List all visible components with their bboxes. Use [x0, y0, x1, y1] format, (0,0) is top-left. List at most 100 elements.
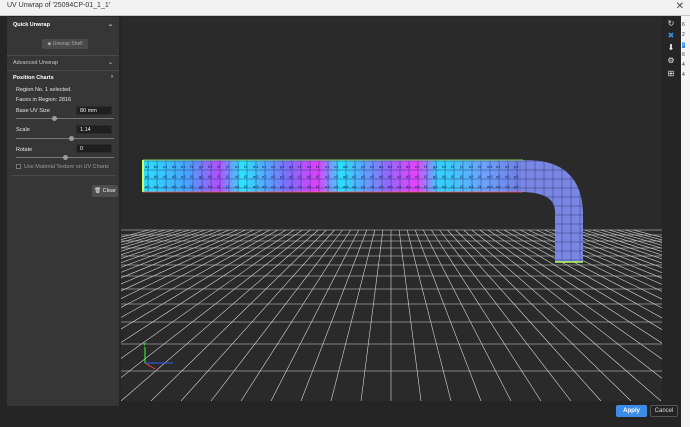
scale-slider-handle[interactable]	[69, 136, 74, 141]
trash-icon: 🗑	[94, 188, 102, 194]
chevron-down-icon: ⌄	[107, 60, 113, 66]
floor-grid-line	[121, 229, 262, 299]
svg-text:Y: Y	[143, 342, 147, 348]
download-icon[interactable]: ⬇	[666, 43, 676, 53]
quick-unwrap-header[interactable]: Quick Unwrap ⌄	[7, 19, 119, 31]
uv-tile-label: e3	[181, 184, 186, 189]
floor-grid-line	[330, 229, 376, 401]
floor-grid-line	[121, 229, 295, 343]
floor-grid-line	[121, 229, 190, 252]
faces-in-region-text: Faces in Region: 2816	[16, 97, 72, 103]
divider	[11, 175, 115, 176]
uv-tile-label: p3	[514, 184, 519, 189]
side-panel: Quick Unwrap ⌄ ◆ Unwrap Shell Advanced U…	[7, 17, 119, 406]
uv-tile-label: h3	[208, 184, 213, 189]
uv-tile-label: p2	[514, 174, 519, 179]
base-uv-size-input[interactable]: 80 mm	[76, 106, 112, 115]
uv-tile-label: b1	[388, 164, 393, 169]
rotate-slider-handle[interactable]	[63, 155, 68, 160]
apply-button[interactable]: Apply	[616, 405, 647, 417]
uv-tile-label: q1	[289, 164, 294, 169]
uv-tile-label: g1	[199, 164, 204, 169]
background-text: 4	[682, 72, 685, 78]
quick-unwrap-title: Quick Unwrap	[13, 22, 50, 28]
uv-tile-label: h2	[442, 174, 447, 179]
axis-gizmo: Y	[143, 342, 173, 370]
floor-grid-line	[406, 229, 452, 401]
divider	[7, 55, 119, 56]
cancel-button[interactable]: Cancel	[650, 405, 678, 417]
uv-tile-label: w1	[343, 164, 349, 169]
clear-button[interactable]: 🗑 Clear	[92, 185, 118, 197]
divider	[7, 70, 119, 71]
uv-tile-label: n1	[262, 164, 267, 169]
grid-toggle-icon[interactable]: ⊞	[666, 69, 676, 79]
uv-tile-label: o2	[505, 174, 510, 179]
uv-tile-label: d1	[172, 164, 177, 169]
window-titlebar: UV Unwrap of '25094CP-01_1_1' ✕	[0, 0, 690, 16]
uv-mesh-pipe[interactable]: a1a2a3b1b2b3c1c2c3d1d2d3e1e2e3f1f2f3g1g2…	[142, 159, 583, 263]
uv-tile-label: p1	[280, 164, 285, 169]
unwrap-shell-button[interactable]: ◆ Unwrap Shell	[42, 39, 88, 49]
uv-tile-label: b3	[388, 184, 393, 189]
uv-tile-label: p2	[280, 174, 285, 179]
floor-grid-line	[150, 229, 327, 401]
uv-tile-label: g1	[433, 164, 438, 169]
floor-grid-line	[121, 229, 157, 240]
uv-tile-label: w3	[343, 184, 349, 189]
position-charts-title: Position Charts	[13, 75, 54, 81]
use-material-texture-checkbox[interactable]	[16, 164, 21, 169]
uv-tile-label: h1	[442, 164, 447, 169]
base-uv-size-slider[interactable]	[16, 118, 114, 119]
uv-tile-label: n3	[262, 184, 267, 189]
viewport-toolbar: ↻ ✖ ⬇ ⚙ ⊞	[664, 17, 678, 87]
uv-tile-label: u3	[325, 184, 330, 189]
background-text: 7	[682, 42, 685, 48]
uv-tile-label: h1	[208, 164, 213, 169]
uv-tile-label: g2	[199, 174, 204, 179]
floor-grid-line	[360, 229, 384, 401]
settings-icon[interactable]: ⚙	[666, 56, 676, 66]
floor-grid-line	[121, 229, 222, 268]
window-title: UV Unwrap of '25094CP-01_1_1'	[7, 2, 111, 9]
uv-tile-label: h3	[442, 184, 447, 189]
uv-tile-label: m3	[253, 184, 259, 189]
uv-tile-label: g2	[433, 174, 438, 179]
scale-slider[interactable]	[16, 138, 114, 139]
uv-tile-label: p1	[514, 164, 519, 169]
scale-input[interactable]: 1.14	[76, 125, 112, 134]
floor-grid-line	[121, 229, 214, 264]
uv-tile-label: a3	[379, 184, 384, 189]
floor-grid-line	[584, 229, 662, 256]
floor-grid-line	[121, 229, 287, 330]
uv-tile-label: d3	[172, 184, 177, 189]
uv-tile-label: n2	[496, 174, 501, 179]
uv-tile-label: b2	[388, 174, 393, 179]
base-uv-size-slider-handle[interactable]	[52, 116, 57, 121]
uv-tile-label: u1	[325, 164, 330, 169]
rotate-input[interactable]: 0	[76, 144, 112, 153]
floor-grid-line	[617, 229, 662, 243]
viewport-canvas[interactable]: Y a1a2a3b1b2b3c1c2c3d1d2d3e1e2e3f1f2f3g1…	[121, 17, 662, 401]
refresh-icon[interactable]: ↻	[666, 19, 676, 29]
position-charts-header[interactable]: Position Charts ›	[7, 72, 119, 84]
floor-grid-line	[608, 229, 662, 246]
uv-tile-label: a2	[379, 174, 384, 179]
close-icon[interactable]: ✕	[676, 1, 684, 12]
floor-grid-line	[210, 229, 343, 401]
rotate-label: Rotate	[16, 147, 33, 153]
floor-grid-line	[512, 229, 662, 309]
unwrap-icon: ◆	[47, 41, 52, 47]
advanced-unwrap-header[interactable]: Advanced Unwrap ⌄	[7, 57, 119, 69]
uv-tile-label: h2	[208, 174, 213, 179]
floor-grid-line	[121, 229, 311, 378]
fit-view-icon[interactable]: ✖	[666, 31, 676, 41]
uv-tile-label: g3	[199, 184, 204, 189]
3d-viewport[interactable]: Y a1 a2 a3 b1 b2 b3 c1 c2 c3 d1 d2 d3 e1 e2 e3 f1 f2 f3 g1…	[121, 17, 662, 401]
floor-grid-line	[121, 229, 246, 285]
floor-grid-line	[439, 229, 572, 401]
uv-tile-label: u2	[325, 174, 330, 179]
use-material-texture-label: Use Material Texture on UV Charts	[24, 164, 109, 170]
chevron-right-icon: ›	[111, 74, 113, 80]
uv-tile-label: n3	[496, 184, 501, 189]
